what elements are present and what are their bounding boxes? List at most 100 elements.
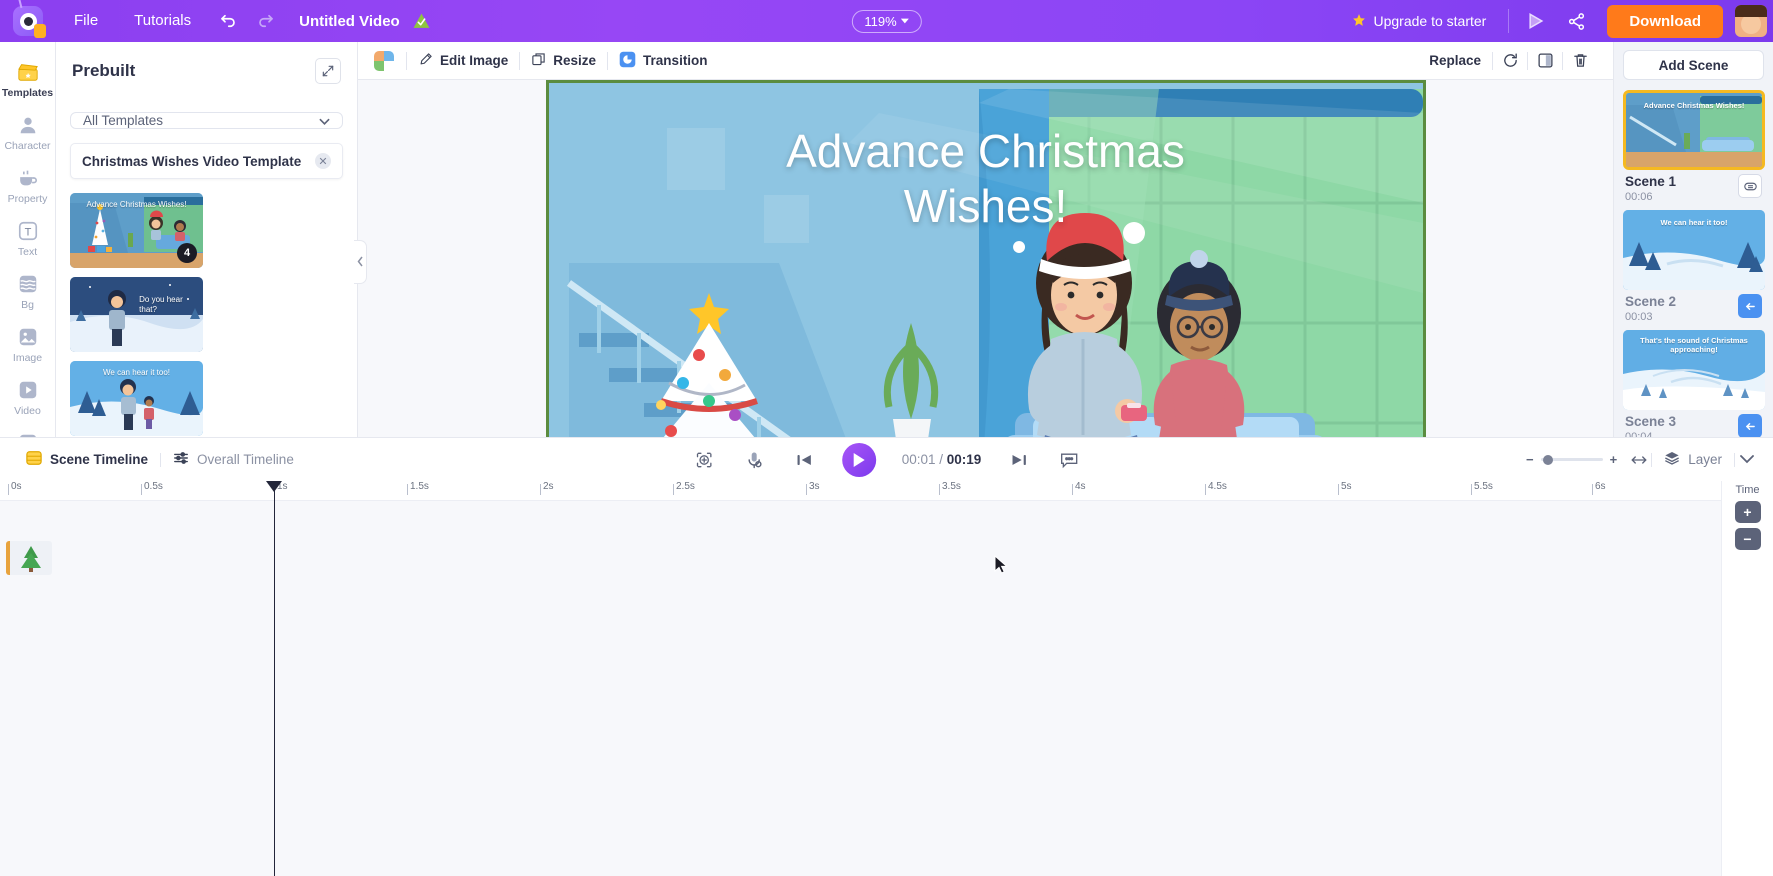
edit-image-button[interactable]: Edit Image <box>407 42 519 80</box>
download-button[interactable]: Download <box>1607 4 1723 38</box>
redo-icon[interactable] <box>247 0 285 42</box>
template-group-title: Christmas Wishes Video Template <box>82 153 302 169</box>
sidebar-item-character[interactable]: Character <box>0 105 56 158</box>
ruler-tick-8: 4s <box>1072 481 1086 501</box>
top-bar: File Tutorials Untitled Video 119% Upgra… <box>0 0 1773 42</box>
top-bar-right: Upgrade to starter Download <box>1338 0 1773 42</box>
sidebar-item-bg[interactable]: Bg <box>0 264 56 317</box>
expand-icon[interactable] <box>315 58 341 84</box>
scene-thumbnail-1-caption: Advance Christmas Wishes! <box>1643 101 1745 110</box>
left-rail: Templates Character Property T Text Bg I… <box>0 42 56 629</box>
timeline-rows[interactable] <box>0 501 1721 876</box>
time-decrease-button[interactable]: − <box>1734 528 1761 550</box>
time-increase-button[interactable]: + <box>1734 501 1761 523</box>
template-group-header: Christmas Wishes Video Template ✕ <box>70 143 343 179</box>
close-icon[interactable]: ✕ <box>315 153 331 169</box>
add-scene-button[interactable]: Add Scene <box>1623 50 1764 80</box>
stage-toolbar: Edit Image Resize Transition Replace <box>358 42 1613 80</box>
tab-scene-timeline[interactable]: Scene Timeline <box>14 450 160 469</box>
next-frame-icon[interactable] <box>1007 448 1031 472</box>
microphone-icon[interactable] <box>742 448 766 472</box>
fit-to-screen-icon[interactable] <box>692 448 716 472</box>
play-button[interactable] <box>841 442 876 477</box>
timeline-right-controls: − + Layer <box>1516 448 1759 472</box>
scene-thumbnail-3[interactable]: That's the sound of Christmas approachin… <box>1623 330 1765 410</box>
svg-text:T: T <box>24 227 31 239</box>
chevron-down-icon <box>900 18 909 24</box>
undo-icon[interactable] <box>209 0 247 42</box>
scene-name-2: Scene 2 <box>1625 294 1677 309</box>
scene-time-1: 00:06 <box>1625 191 1653 203</box>
text-icon: T <box>15 219 41 243</box>
zoom-in-label[interactable]: + <box>1610 452 1618 467</box>
ruler-tick-5: 2.5s <box>673 481 695 501</box>
layer-button[interactable]: Layer <box>1652 450 1734 469</box>
app-logo[interactable] <box>0 0 56 42</box>
ruler-tick-4: 2s <box>540 481 554 501</box>
template-filter-value: All Templates <box>83 113 164 128</box>
tab-overall-timeline-label: Overall Timeline <box>197 452 294 467</box>
background-icon <box>15 272 41 296</box>
resize-button[interactable]: Resize <box>520 42 607 80</box>
tab-scene-timeline-label: Scene Timeline <box>50 452 149 467</box>
timeline-scene-icon <box>26 450 42 469</box>
scene-thumbnail-2[interactable]: We can hear it too! <box>1623 210 1765 290</box>
avatar[interactable] <box>1735 5 1767 37</box>
zoom-level-value: 119% <box>864 13 897 29</box>
time-separator: / <box>939 452 944 467</box>
layers-icon <box>1664 450 1680 469</box>
fit-width-icon[interactable] <box>1627 448 1651 472</box>
scene-time-3: 00:04 <box>1625 431 1653 437</box>
template-thumb-3[interactable]: We can hear it too! <box>70 361 203 436</box>
present-icon[interactable] <box>1517 0 1555 42</box>
scene-link-icon-1[interactable] <box>1738 174 1762 198</box>
person-icon <box>15 113 41 137</box>
panel-collapse-toggle[interactable] <box>354 239 367 284</box>
document-title[interactable]: Untitled Video <box>299 13 400 30</box>
sidebar-item-text[interactable]: T Text <box>0 211 56 264</box>
color-swatch-icon[interactable] <box>374 50 394 71</box>
scene-meta-2: Scene 2 00:03 <box>1623 290 1764 324</box>
transition-label: Transition <box>643 53 708 68</box>
caption-icon[interactable] <box>1057 448 1081 472</box>
timeline-ruler[interactable]: 0s 0.5s 1s 1.5s 2s 2.5s 3s 3.5s 4s 4.5s … <box>0 481 1721 501</box>
total-time: 00:19 <box>946 452 982 467</box>
stage-toolbar-right: Replace <box>1418 42 1597 80</box>
trash-icon[interactable] <box>1563 42 1597 80</box>
prev-frame-icon[interactable] <box>792 448 816 472</box>
scene-card-2: We can hear it too! Scene 2 00:03 <box>1623 210 1765 324</box>
scene-transition-button-2[interactable] <box>1738 294 1762 318</box>
share-icon[interactable] <box>1557 0 1595 42</box>
timeline-playhead[interactable] <box>266 481 282 876</box>
chevron-down-icon[interactable] <box>1735 448 1759 472</box>
replace-button[interactable]: Replace <box>1418 42 1492 80</box>
scene-meta-1: Scene 1 00:06 <box>1623 170 1764 204</box>
refresh-icon[interactable] <box>1493 42 1527 80</box>
sidebar-item-video[interactable]: Video <box>0 370 56 423</box>
tab-overall-timeline[interactable]: Overall Timeline <box>161 450 306 469</box>
scene-transition-button-3[interactable] <box>1738 414 1762 437</box>
video-icon <box>15 378 41 402</box>
sidebar-label-video: Video <box>14 405 41 417</box>
menu-file[interactable]: File <box>56 0 116 42</box>
template-thumb-1[interactable]: Advance Christmas Wishes! 4 <box>70 193 203 268</box>
sidebar-item-property[interactable]: Property <box>0 158 56 211</box>
zoom-out-label[interactable]: − <box>1526 452 1534 467</box>
clapperboard-icon <box>15 60 41 84</box>
upgrade-button[interactable]: Upgrade to starter <box>1338 13 1500 30</box>
sidebar-item-image[interactable]: Image <box>0 317 56 370</box>
resize-icon <box>531 52 546 70</box>
current-time: 00:01 <box>901 452 936 467</box>
template-filter-select[interactable]: All Templates <box>70 112 343 129</box>
transition-button[interactable]: Transition <box>608 42 719 80</box>
template-thumb-2[interactable]: Do you hear that? <box>70 277 203 352</box>
sidebar-label-templates: Templates <box>1 87 54 99</box>
timeline-clip-tree[interactable] <box>6 541 52 575</box>
zoom-level-dropdown[interactable]: 119% <box>851 9 922 33</box>
scene-thumbnail-1[interactable]: Advance Christmas Wishes! <box>1623 90 1765 170</box>
zoom-slider-knob[interactable] <box>1542 454 1553 465</box>
flip-icon[interactable] <box>1528 42 1562 80</box>
menu-tutorials[interactable]: Tutorials <box>116 0 209 42</box>
sidebar-item-templates[interactable]: Templates <box>0 52 56 105</box>
timeline-zoom-slider[interactable]: − + <box>1516 452 1627 467</box>
